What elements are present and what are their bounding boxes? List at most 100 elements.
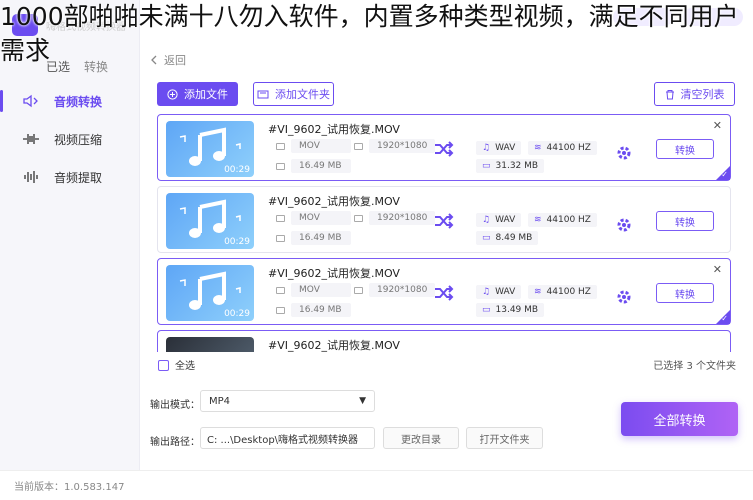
top-chip[interactable]	[613, 8, 673, 26]
folder-icon: ▭	[482, 233, 491, 243]
chevron-left-icon	[151, 55, 157, 65]
app-logo: 嗨格式视频转换器	[12, 14, 126, 36]
window-controls	[613, 8, 743, 26]
wave-icon: ≋	[534, 215, 542, 225]
output-size: ▭ 31.32 MB	[476, 159, 545, 173]
resolution-icon	[354, 214, 363, 222]
convert-button[interactable]: 转换	[656, 211, 714, 231]
top-chip[interactable]	[683, 8, 743, 26]
format-icon	[276, 142, 285, 150]
add-folder-button[interactable]: 添加文件夹	[253, 82, 334, 106]
version-label: 当前版本：1.0.583.147	[14, 482, 125, 493]
source-resolution: 1920*1080	[354, 211, 436, 225]
add-folder-label: 添加文件夹	[275, 88, 330, 101]
output-size: ▭ 13.49 MB	[476, 303, 545, 317]
output-format: ♫ WAV	[476, 141, 522, 155]
file-name: #VI_9602_试用恢复.MOV	[268, 123, 400, 136]
output-format: ♫ WAV	[476, 285, 522, 299]
source-size: 16.49 MB	[276, 231, 351, 245]
folder-icon: ▭	[482, 161, 491, 171]
check-icon: ✓	[721, 314, 728, 323]
folder-icon	[276, 234, 285, 242]
side-label: 已选	[46, 60, 71, 74]
resolution-icon	[354, 142, 363, 150]
audio-convert-icon	[22, 93, 40, 109]
resolution-icon	[354, 286, 363, 294]
output-rate: ≋ 44100 HZ	[528, 213, 597, 227]
file-row[interactable]: #VI_9602_试用恢复.MOV	[157, 330, 731, 352]
output-path-field[interactable]: C: ...\Desktop\嗨格式视频转换器	[200, 427, 375, 449]
sidebar-item-audio-extract[interactable]: 音频提取	[0, 160, 140, 194]
open-folder-button[interactable]: 打开文件夹	[466, 427, 543, 449]
output-mode-label: 输出模式：	[150, 400, 200, 411]
add-file-button[interactable]: 添加文件	[157, 82, 238, 106]
sidebar-item-video-compress[interactable]: 视频压缩	[0, 122, 140, 156]
file-name: #VI_9602_试用恢复.MOV	[268, 339, 400, 352]
app-name: 嗨格式视频转换器	[46, 21, 126, 33]
output-mode-select[interactable]: MP4 ▼	[200, 390, 375, 412]
side-label-2: 转换	[84, 60, 109, 74]
back-link[interactable]: 返回	[150, 52, 186, 68]
source-size: 16.49 MB	[276, 303, 351, 317]
close-icon[interactable]: ✕	[713, 119, 722, 132]
shuffle-icon	[435, 285, 454, 301]
convert-button[interactable]: 转换	[656, 283, 714, 303]
output-rate: ≋ 44100 HZ	[528, 141, 597, 155]
file-name: #VI_9602_试用恢复.MOV	[268, 195, 400, 208]
list-footer: 全选 已选择 3 个文件夹	[150, 352, 740, 376]
close-icon[interactable]: ✕	[713, 263, 722, 276]
output-rate: ≋ 44100 HZ	[528, 285, 597, 299]
shuffle-icon	[435, 213, 454, 229]
sidebar-item-label: 视频压缩	[54, 132, 103, 147]
source-resolution: 1920*1080	[354, 283, 436, 297]
gear-icon[interactable]	[616, 145, 632, 161]
output-format: ♫ WAV	[476, 213, 522, 227]
file-row[interactable]: 00:29 #VI_9602_试用恢复.MOV MOV 1920*1080 16…	[157, 114, 731, 181]
music-icon: ♫	[482, 215, 491, 225]
file-row[interactable]: 00:29 #VI_9602_试用恢复.MOV MOV 1920*1080 16…	[157, 258, 731, 325]
folder-icon: ▭	[482, 305, 491, 315]
video-thumbnail: 00:29	[166, 193, 254, 249]
source-format: MOV	[276, 139, 351, 153]
video-thumbnail: 00:29	[166, 265, 254, 321]
format-icon	[276, 286, 285, 294]
trash-icon	[665, 89, 674, 99]
output-path-label: 输出路径：	[150, 437, 200, 448]
convert-button[interactable]: 转换	[656, 139, 714, 159]
duration: 00:29	[224, 165, 250, 175]
clear-list-label: 清空列表	[680, 88, 725, 101]
chevron-down-icon: ▼	[359, 396, 366, 406]
source-resolution: 1920*1080	[354, 139, 436, 153]
folder-icon	[257, 90, 269, 99]
format-icon	[276, 214, 285, 222]
sidebar-item-label: 音频转换	[54, 94, 103, 109]
wave-icon: ≋	[534, 143, 542, 153]
selected-count: 已选择 3 个文件夹	[653, 360, 736, 372]
sidebar-item-audio-convert[interactable]: 音频转换	[0, 84, 140, 118]
file-name: #VI_9602_试用恢复.MOV	[268, 267, 400, 280]
extract-icon	[22, 169, 40, 185]
convert-all-button[interactable]: 全部转换	[621, 402, 738, 436]
video-thumbnail	[166, 337, 254, 352]
plus-circle-icon	[167, 88, 178, 100]
duration: 00:29	[224, 309, 250, 319]
file-row[interactable]: 00:29 #VI_9602_试用恢复.MOV MOV 1920*1080 16…	[157, 186, 731, 253]
file-list: 00:29 #VI_9602_试用恢复.MOV MOV 1920*1080 16…	[150, 110, 740, 352]
shuffle-icon	[435, 141, 454, 157]
add-file-label: 添加文件	[184, 88, 228, 101]
source-format: MOV	[276, 283, 351, 297]
folder-icon	[276, 306, 285, 314]
check-icon: ✓	[721, 170, 728, 179]
checkbox[interactable]	[158, 360, 169, 371]
source-format: MOV	[276, 211, 351, 225]
select-all-checkbox[interactable]: 全选	[150, 357, 195, 372]
sidebar-item-label: 音频提取	[54, 170, 103, 185]
gear-icon[interactable]	[616, 217, 632, 233]
wave-icon: ≋	[534, 287, 542, 297]
logo-icon	[12, 14, 38, 36]
change-dir-button[interactable]: 更改目录	[383, 427, 459, 449]
back-label: 返回	[164, 54, 186, 67]
clear-list-button[interactable]: 清空列表	[654, 82, 735, 106]
folder-icon	[276, 162, 285, 170]
gear-icon[interactable]	[616, 289, 632, 305]
